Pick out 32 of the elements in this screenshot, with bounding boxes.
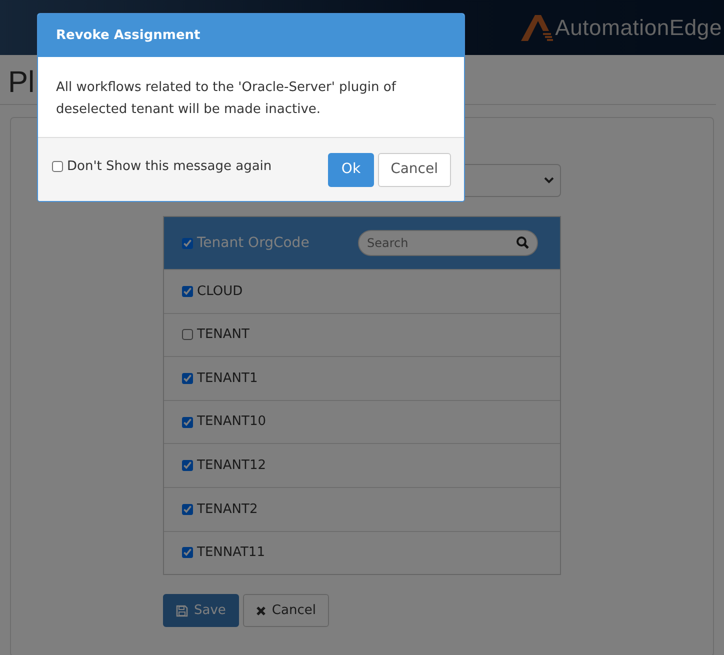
column-header: Tenant OrgCode [197,234,310,252]
select-all-checkbox[interactable] [182,238,193,248]
tenant-code: TENANT1 [197,370,258,388]
tenant-code: TENANT10 [197,413,266,432]
checkbox-label: Don't Show this message again [67,158,272,176]
ok-button[interactable]: Ok [328,152,374,186]
search-field[interactable]: Search [358,230,538,256]
cancel-button[interactable]: Cancel [242,594,329,628]
save-button[interactable]: Save [163,594,239,628]
brand-name: AutomationEdge [555,14,722,42]
logo-icon [519,12,556,42]
checkbox[interactable] [52,161,63,172]
cancel-button[interactable]: Cancel [378,152,451,186]
close-icon [256,606,266,616]
row-checkbox[interactable] [182,372,193,384]
modal-title: Revoke Assignment [56,26,200,45]
tenant-code: TENANT [197,326,250,344]
row-checkbox[interactable] [182,329,193,340]
search-icon [516,236,529,249]
chevron-icon [544,177,554,184]
row-checkbox[interactable] [182,547,193,558]
page-title: Pl [8,66,35,99]
row-checkbox[interactable] [182,504,193,515]
tenant-code: TENNAT11 [197,544,265,562]
row-checkbox[interactable] [182,460,193,472]
tenant-code: TENANT2 [197,500,258,519]
row-checkbox[interactable] [182,416,193,428]
save-icon [176,604,188,617]
tenant-code: CLOUD [197,282,243,301]
modal-message: All workflows related to the 'Oracle-Server' plugin of deselected tenant will be made inactive. [56,80,396,117]
row-checkbox[interactable] [182,286,193,297]
tenant-code: TENANT12 [197,456,266,475]
